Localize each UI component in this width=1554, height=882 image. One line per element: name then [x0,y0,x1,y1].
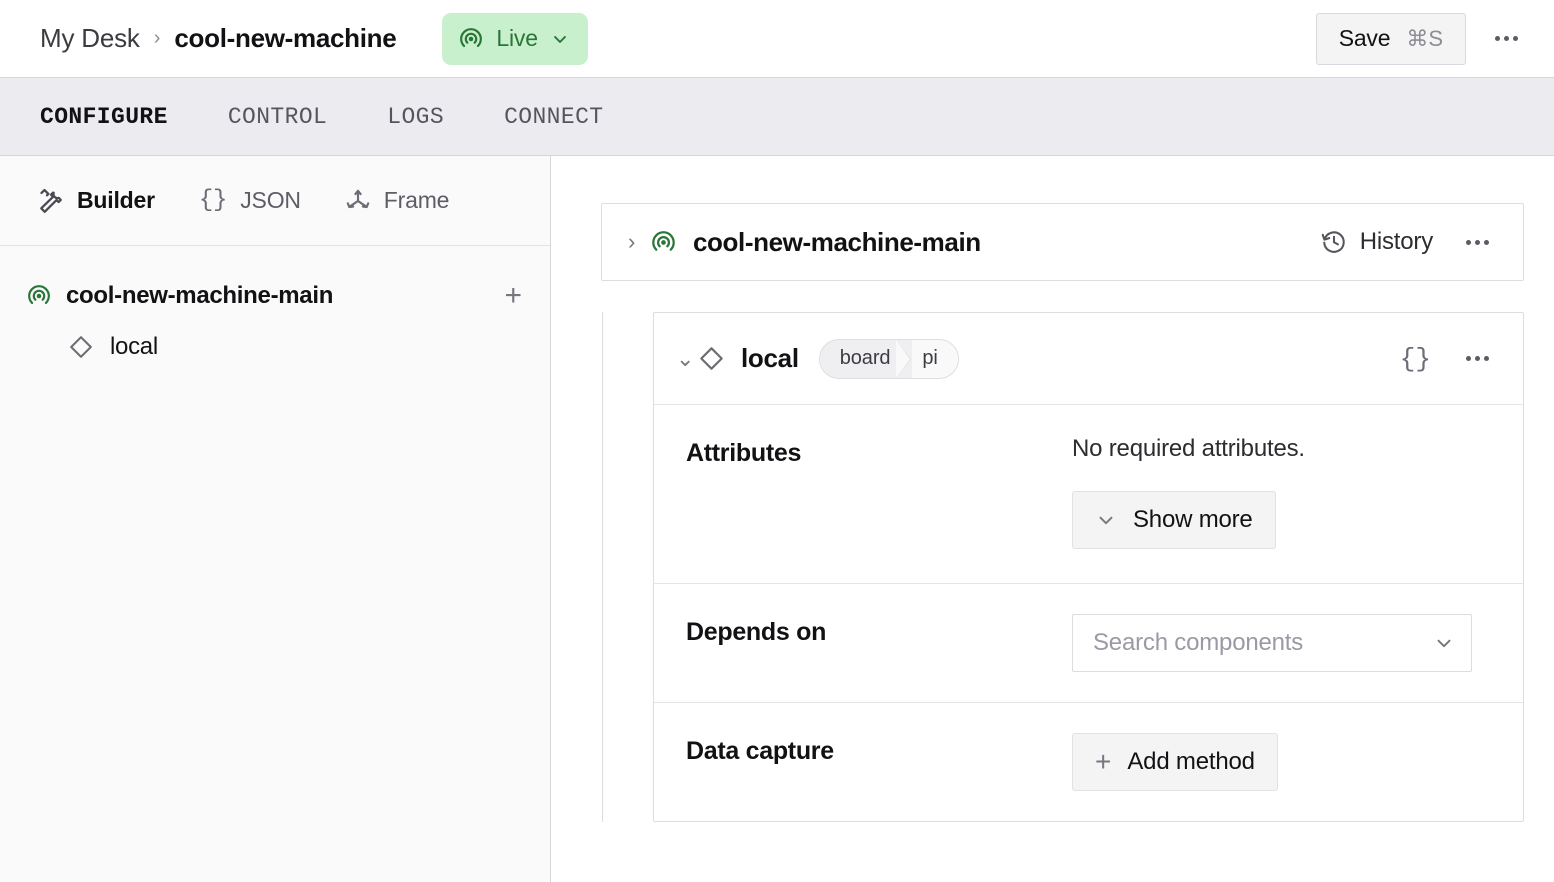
diamond-icon [68,334,94,360]
depends-on-placeholder: Search components [1093,629,1303,657]
diamond-icon [698,345,725,372]
component-type-pill[interactable]: board pi [819,339,959,379]
json-view-button[interactable]: {} [1400,344,1431,374]
history-button-label: History [1360,228,1433,256]
broadcast-icon [458,26,484,52]
component-card-overflow-button[interactable] [1455,337,1499,381]
add-resource-button[interactable]: + [498,281,528,311]
broadcast-icon [26,283,52,309]
left-sidebar: Builder {} JSON Frame [0,156,551,882]
resource-tree: cool-new-machine-main + local [0,246,550,374]
primary-tab-bar: CONFIGURE CONTROL LOGS CONNECT [0,78,1554,156]
tab-configure[interactable]: CONFIGURE [40,104,168,130]
sidebar-item-local[interactable]: local [0,320,550,374]
braces-icon: {} [199,187,227,214]
add-method-button[interactable]: + Add method [1072,733,1278,791]
subtab-builder-label: Builder [77,187,155,214]
row-attributes-label: Attributes [686,435,1072,549]
axes-icon [345,188,371,214]
subtab-json-label: JSON [240,187,301,214]
tree-root-label: cool-new-machine-main [66,282,333,310]
component-tree-connector: ⌄ local board pi {} [602,312,1524,822]
row-data-capture-content: + Add method [1072,733,1499,791]
show-more-button-label: Show more [1133,506,1253,534]
component-card-actions: {} [1400,337,1499,381]
tab-logs[interactable]: LOGS [387,104,444,130]
row-depends-on: Depends on Search components [654,584,1523,703]
chevron-down-icon [550,29,570,49]
live-status-badge[interactable]: Live [442,13,587,65]
component-type-model: pi [912,340,957,378]
component-type-api: board [820,340,897,378]
main-panel: › cool-new-machine-main [551,156,1554,882]
collapse-chevron-down-icon[interactable]: ⌄ [676,346,698,372]
top-bar-actions: Save ⌘S [1316,13,1528,65]
top-bar: My Desk › cool-new-machine Live Save ⌘S [0,0,1554,78]
ellipsis-icon [1466,240,1489,245]
top-bar-overflow-button[interactable] [1484,17,1528,61]
row-depends-on-label: Depends on [686,614,1072,672]
clock-rewind-icon [1321,229,1347,255]
row-data-capture: Data capture + Add method [654,703,1523,821]
sidebar-view-switcher: Builder {} JSON Frame [0,156,550,246]
attributes-empty-text: No required attributes. [1072,435,1499,463]
depends-on-search-input[interactable]: Search components [1072,614,1472,672]
subtab-builder[interactable]: Builder [38,187,155,214]
tab-connect[interactable]: CONNECT [504,104,603,130]
breadcrumb-root-link[interactable]: My Desk [40,23,140,54]
chevron-down-icon [1095,509,1117,531]
component-name: local [741,343,799,374]
save-shortcut-label: ⌘S [1406,26,1443,52]
subtab-frame[interactable]: Frame [345,187,449,214]
component-card-local: ⌄ local board pi {} [653,312,1524,822]
save-button[interactable]: Save ⌘S [1316,13,1466,65]
row-depends-on-content: Search components [1072,614,1499,672]
ellipsis-icon [1466,356,1489,361]
pill-divider-icon [896,340,912,378]
subtab-frame-label: Frame [384,187,449,214]
component-card-header: ⌄ local board pi {} [654,313,1523,405]
tab-control[interactable]: CONTROL [228,104,327,130]
row-data-capture-label: Data capture [686,733,1072,791]
save-button-label: Save [1339,25,1391,52]
breadcrumb: My Desk › cool-new-machine [40,23,396,54]
tree-root-row[interactable]: cool-new-machine-main + [0,272,550,320]
row-attributes-content: No required attributes. Show more [1072,435,1499,549]
history-button[interactable]: History [1321,228,1433,256]
breadcrumb-current: cool-new-machine [174,23,396,54]
show-more-button[interactable]: Show more [1072,491,1276,549]
breadcrumb-separator-icon: › [154,27,161,50]
machine-card-actions: History [1321,220,1499,264]
machine-card-title: cool-new-machine-main [693,227,981,258]
tools-icon [38,188,64,214]
chevron-down-icon [1433,632,1455,654]
page-body: Builder {} JSON Frame [0,156,1554,882]
broadcast-icon [650,229,677,256]
subtab-json[interactable]: {} JSON [199,187,301,214]
machine-card-overflow-button[interactable] [1455,220,1499,264]
ellipsis-icon [1495,36,1518,41]
machine-card: › cool-new-machine-main [601,203,1524,281]
sidebar-item-local-label: local [110,333,158,361]
add-method-button-label: Add method [1127,748,1254,776]
plus-icon: + [1095,748,1111,776]
expand-chevron-right-icon[interactable]: › [628,229,650,255]
live-badge-label: Live [496,25,537,52]
row-attributes: Attributes No required attributes. Show … [654,405,1523,584]
